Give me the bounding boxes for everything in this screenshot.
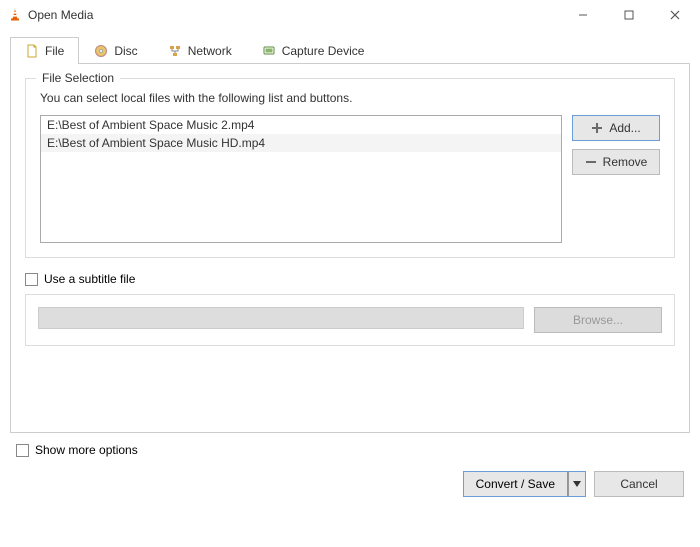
file-icon	[25, 44, 39, 58]
file-selection-group: File Selection You can select local file…	[25, 78, 675, 258]
titlebar: Open Media	[0, 0, 700, 30]
subtitle-checkbox-row[interactable]: Use a subtitle file	[25, 272, 675, 286]
tab-panel: File Selection You can select local file…	[10, 63, 690, 433]
disc-icon	[94, 44, 108, 58]
browse-button-label: Browse...	[573, 313, 623, 327]
show-more-row[interactable]: Show more options	[16, 443, 684, 457]
convert-save-label[interactable]: Convert / Save	[463, 471, 568, 497]
tab-file[interactable]: File	[10, 37, 79, 64]
browse-button: Browse...	[534, 307, 662, 333]
subtitle-group: Browse...	[25, 294, 675, 346]
plus-icon	[591, 122, 603, 134]
remove-button-label: Remove	[603, 155, 648, 169]
subtitle-checkbox[interactable]	[25, 273, 38, 286]
cancel-button-label: Cancel	[620, 477, 657, 491]
cancel-button[interactable]: Cancel	[594, 471, 684, 497]
add-button-label: Add...	[609, 121, 640, 135]
tab-capture[interactable]: Capture Device	[247, 37, 380, 64]
file-selection-hint: You can select local files with the foll…	[40, 91, 660, 105]
minimize-button[interactable]	[560, 0, 606, 30]
file-selection-legend: File Selection	[36, 71, 120, 85]
tab-label: File	[45, 44, 64, 58]
add-button[interactable]: Add...	[572, 115, 660, 141]
network-icon	[168, 44, 182, 58]
tab-label: Network	[188, 44, 232, 58]
show-more-label: Show more options	[35, 443, 138, 457]
file-list[interactable]: E:\Best of Ambient Space Music 2.mp4 E:\…	[40, 115, 562, 243]
convert-save-button[interactable]: Convert / Save	[463, 471, 586, 497]
capture-device-icon	[262, 44, 276, 58]
tab-network[interactable]: Network	[153, 37, 247, 64]
list-item[interactable]: E:\Best of Ambient Space Music 2.mp4	[41, 116, 561, 134]
tab-label: Capture Device	[282, 44, 365, 58]
vlc-cone-icon	[8, 8, 22, 22]
tab-bar: File Disc Network Capture Device	[10, 36, 690, 63]
subtitle-path-input	[38, 307, 524, 329]
subtitle-checkbox-label: Use a subtitle file	[44, 272, 135, 286]
tab-label: Disc	[114, 44, 137, 58]
tab-disc[interactable]: Disc	[79, 37, 152, 64]
minus-icon	[585, 156, 597, 168]
convert-save-dropdown[interactable]	[568, 471, 586, 497]
remove-button[interactable]: Remove	[572, 149, 660, 175]
show-more-checkbox[interactable]	[16, 444, 29, 457]
maximize-button[interactable]	[606, 0, 652, 30]
list-item[interactable]: E:\Best of Ambient Space Music HD.mp4	[41, 134, 561, 152]
close-button[interactable]	[652, 0, 698, 30]
chevron-down-icon	[573, 481, 581, 487]
bottom-bar: Show more options Convert / Save Cancel	[0, 433, 700, 507]
window-title: Open Media	[28, 8, 560, 22]
